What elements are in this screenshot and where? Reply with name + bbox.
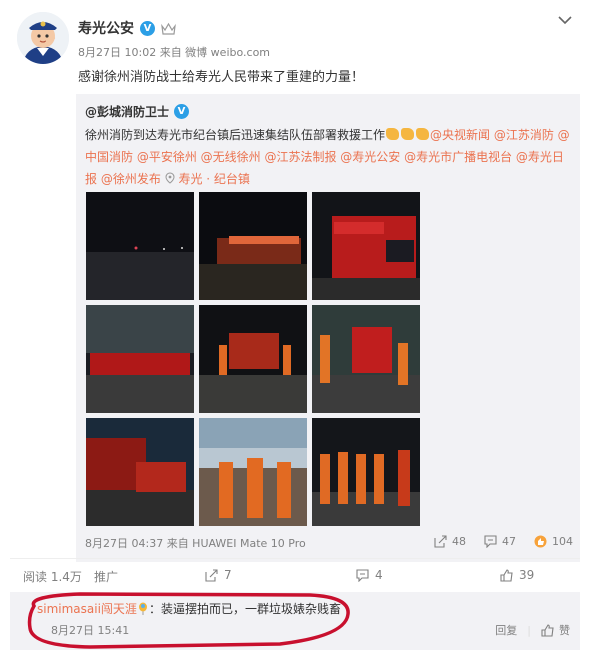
weibo-post-card: 寿光公安 V 8月27日 10:02 来自 微博 weibo.com 感谢徐州消… [10,6,580,588]
verified-icon: V [174,104,190,119]
avatar[interactable] [17,12,69,64]
share-button[interactable]: 7 [205,568,232,582]
comment-like-label: 赞 [559,624,570,637]
repost-footer: 8月27日 04:37 来自 HUAWEI Mate 10 Pro 48 47 … [85,535,573,551]
repost-share-count: 48 [452,535,466,548]
comment-actions: 回复 | 赞 [495,622,570,638]
photo-thumbnail[interactable] [312,192,420,300]
photo-thumbnail[interactable] [312,305,420,413]
post-action-bar: 阅读 1.4万 推广 7 4 39 [10,558,580,590]
comment-reply-button[interactable]: 回复 [495,622,517,638]
mention-links[interactable]: 中国消防 @平安徐州 @无线徐州 @江苏法制报 @寿光公安 @寿光市广播电视台 … [85,150,564,164]
comment-like-button[interactable]: 赞 [541,622,570,638]
thumbs-up-icon [541,623,554,637]
post-author[interactable]: 寿光公安 V [78,18,176,38]
repost-text-start: 徐州消防到达寿光市纪台镇后迅速集结队伍部署救援工作 [85,128,386,142]
red-annotation-circle [27,592,350,649]
repost-share-button[interactable]: 48 [434,535,466,548]
member-crown-icon [161,22,176,35]
post-text: 感谢徐州消防战士给寿光人民带来了重建的力量！ [78,70,365,85]
photo-thumbnail[interactable] [199,418,307,526]
repost-text: 徐州消防到达寿光市纪台镇后迅速集结队伍部署救援工作 @央视新闻 @江苏消防 @ 中… [85,124,577,190]
repost-author-name[interactable]: @彭城消防卫士 [85,103,169,120]
like-count: 39 [519,568,535,582]
comment-icon [484,535,497,548]
comment-button[interactable]: 4 [356,568,383,582]
share-icon [205,568,218,582]
repost-comment-count: 47 [502,535,516,548]
photo-thumbnail[interactable] [312,418,420,526]
thumbs-up-icon [500,568,513,582]
location-name[interactable]: 寿光 · 纪台镇 [178,172,249,186]
repost-box: @彭城消防卫士 V 徐州消防到达寿光市纪台镇后迅速集结队伍部署救援工作 @央视新闻… [76,94,580,562]
post-meta: 8月27日 10:02 来自 微博 weibo.com [78,46,271,59]
clap-emoji-icon [401,128,415,140]
verified-icon: V [140,20,155,36]
repost-comment-button[interactable]: 47 [484,535,516,548]
clap-emoji-icon [386,128,400,140]
repost-meta: 8月27日 04:37 来自 HUAWEI Mate 10 Pro [85,537,306,550]
read-count: 阅读 1.4万 [23,570,82,584]
location-link[interactable]: 寿光 · 纪台镇 [165,172,250,186]
clap-emoji-icon [416,128,430,140]
photo-thumbnail[interactable] [199,305,307,413]
divider: | [527,623,531,637]
like-icon [534,535,547,548]
comment-count: 4 [375,568,383,582]
like-button[interactable]: 39 [500,568,534,582]
repost-author[interactable]: @彭城消防卫士 V [85,103,190,120]
share-icon [434,535,447,548]
photo-thumbnail[interactable] [86,418,194,526]
photo-grid [86,192,422,528]
photo-thumbnail[interactable] [86,305,194,413]
mention-links[interactable]: @央视新闻 @江苏消防 @ [430,128,570,142]
promote-button[interactable]: 推广 [94,568,118,585]
location-pin-icon [165,172,175,184]
author-name[interactable]: 寿光公安 [78,18,134,38]
photo-thumbnail[interactable] [86,192,194,300]
comment-icon [356,568,369,582]
repost-actions: 48 47 104 [434,535,573,548]
share-count: 7 [224,568,232,582]
photo-thumbnail[interactable] [199,192,307,300]
mention-links[interactable]: 报 @徐州发布 [85,172,161,186]
repost-like-button[interactable]: 104 [534,535,573,548]
repost-like-count: 104 [552,535,573,548]
chevron-down-icon[interactable] [557,14,573,26]
